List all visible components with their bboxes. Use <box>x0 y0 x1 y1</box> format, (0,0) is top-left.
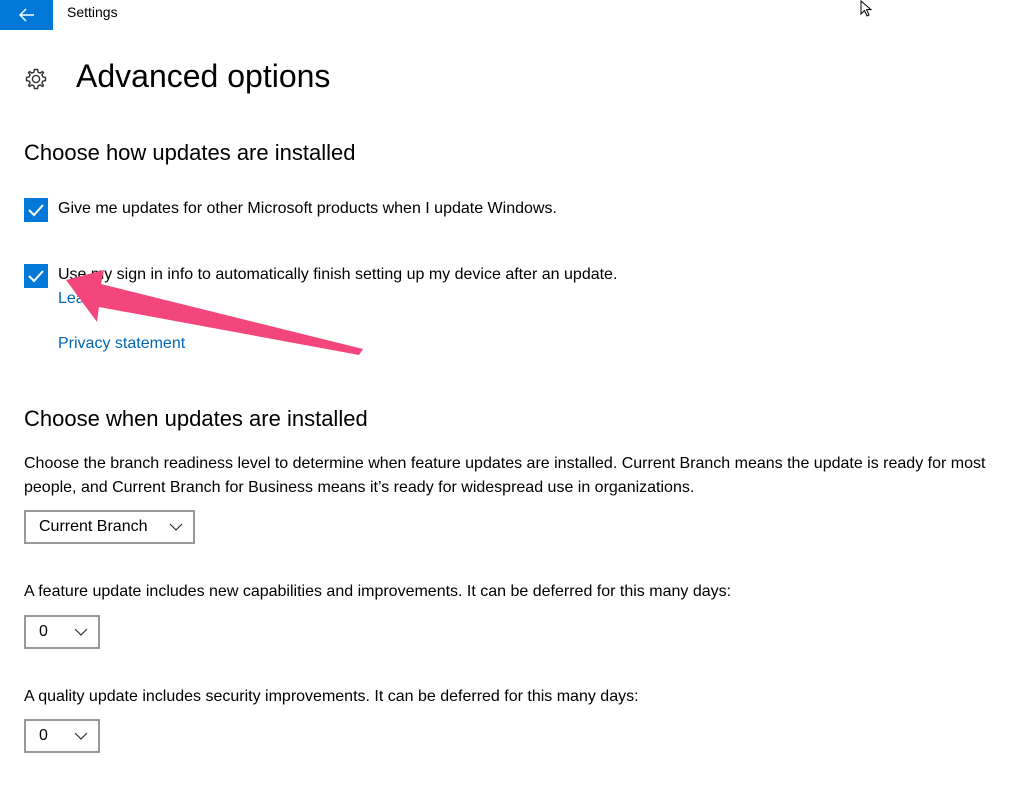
chevron-down-icon <box>74 628 88 636</box>
privacy-statement-link[interactable]: Privacy statement <box>58 335 185 353</box>
checkbox-sign-in-info[interactable] <box>24 264 48 288</box>
chevron-down-icon <box>74 732 88 740</box>
branch-readiness-select[interactable]: Current Branch <box>24 510 195 544</box>
branch-description: Choose the branch readiness level to det… <box>24 455 986 496</box>
learn-more-link[interactable]: Learn more <box>58 290 140 308</box>
branch-readiness-value: Current Branch <box>39 518 148 535</box>
window-title: Settings <box>67 4 118 20</box>
quality-deferral-select[interactable]: 0 <box>24 719 100 753</box>
chevron-down-icon <box>169 523 183 531</box>
feature-deferral-select[interactable]: 0 <box>24 615 100 649</box>
quality-update-description: A quality update includes security impro… <box>24 688 639 705</box>
gear-icon <box>25 68 47 90</box>
back-button[interactable] <box>0 0 53 30</box>
section-title-how: Choose how updates are installed <box>24 140 356 165</box>
checkmark-icon <box>28 270 44 283</box>
checkbox-microsoft-products[interactable] <box>24 198 48 222</box>
feature-deferral-value: 0 <box>39 623 48 640</box>
feature-update-description: A feature update includes new capabiliti… <box>24 583 732 600</box>
arrow-left-icon <box>18 8 34 22</box>
section-title-when: Choose when updates are installed <box>24 406 368 431</box>
quality-deferral-value: 0 <box>39 727 48 744</box>
title-bar: Settings <box>0 0 1024 30</box>
checkbox-label-sign-in-info: Use my sign in info to automatically fin… <box>58 266 618 283</box>
checkmark-icon <box>28 204 44 217</box>
annotation-arrow <box>66 270 363 355</box>
page-title: Advanced options <box>76 58 331 94</box>
mouse-pointer-icon <box>860 0 873 17</box>
checkbox-label-microsoft-products: Give me updates for other Microsoft prod… <box>58 200 557 217</box>
